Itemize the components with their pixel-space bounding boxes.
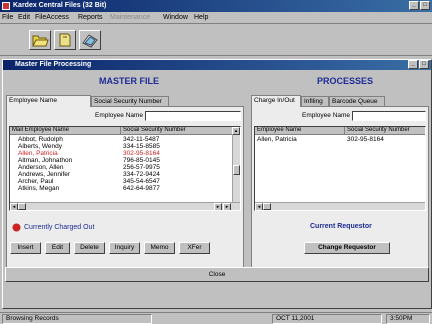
menu-help[interactable]: Help <box>194 14 208 21</box>
folder-icon <box>59 33 71 47</box>
open-folder-tool[interactable] <box>29 30 51 50</box>
processes-panel: Employee Name Employee Name Social Secur… <box>251 106 429 281</box>
edit-button[interactable]: Edit <box>45 242 70 254</box>
table-row-ssn[interactable]: 796-85-0145 <box>123 157 160 164</box>
inquiry-button[interactable]: Inquiry <box>109 242 140 254</box>
status-bar: Browsing Records OCT 11,2001 3:50PM <box>0 312 432 324</box>
app-icon <box>2 2 10 10</box>
proc-hscroll-thumb[interactable] <box>263 203 271 210</box>
status-time: 3:50PM <box>386 314 430 324</box>
table-row-name[interactable]: Alberts, Wendy <box>18 143 62 150</box>
tab-charge-in-out[interactable]: Charge In/Out <box>251 95 301 107</box>
table-row-ssn[interactable]: 342-11-5487 <box>123 136 159 143</box>
table-row-ssn[interactable]: 334-72-9424 <box>123 171 160 178</box>
child-minimize-button[interactable]: _ <box>408 60 418 69</box>
menu-window[interactable]: Window <box>163 14 188 21</box>
close-button[interactable]: Close <box>5 267 429 282</box>
processes-search-input[interactable] <box>352 111 426 121</box>
col-header-name[interactable]: Mail Employee Name <box>10 127 121 135</box>
hscroll-left-button[interactable]: ◂ <box>10 203 18 210</box>
menu-bar: File Edit FileAccess Reports Maintenance… <box>0 12 432 23</box>
proc-hscroll-left-button[interactable]: ◂ <box>255 203 263 210</box>
xfer-button[interactable]: XFer <box>179 242 210 254</box>
delete-button[interactable]: Delete <box>74 242 105 254</box>
proc-col-header-ssn[interactable]: Social Security Number <box>345 127 425 135</box>
status-message: Browsing Records <box>2 314 152 324</box>
status-date: OCT 11,2001 <box>272 314 382 324</box>
menu-edit[interactable]: Edit <box>18 14 30 21</box>
proc-col-header-name[interactable]: Employee Name <box>255 127 345 135</box>
processes-hscroll[interactable]: ◂ <box>255 202 425 210</box>
maximize-button[interactable]: □ <box>420 1 430 10</box>
processes-search-label: Employee Name <box>302 112 351 119</box>
table-row-name[interactable]: Altman, Johnathon <box>18 157 72 164</box>
child-maximize-button[interactable]: □ <box>419 60 429 69</box>
processes-row-name[interactable]: Allen, Patricia <box>257 136 297 143</box>
table-row-ssn[interactable]: 642-64-9877 <box>123 185 160 192</box>
hscroll-right-button-2[interactable]: ▸ <box>223 203 231 210</box>
master-hscroll[interactable]: ◂ ▸ ▸ <box>10 202 240 210</box>
processes-row-ssn[interactable]: 302-95-8164 <box>347 136 384 143</box>
processes-heading: PROCESSES <box>317 76 374 86</box>
toolbar <box>0 23 432 56</box>
master-vscroll-thumb[interactable] <box>233 165 240 175</box>
table-row-name[interactable]: Atkins, Megan <box>18 185 59 192</box>
table-row-ssn[interactable]: 334-15-8585 <box>123 143 160 150</box>
menu-maintenance: Maintenance <box>110 14 151 21</box>
master-panel: Employee Name Mail Employee Name Social … <box>6 106 244 281</box>
memo-button[interactable]: Memo <box>144 242 175 254</box>
child-titlebar: Master File Processing _ □ <box>3 60 431 70</box>
insert-button[interactable]: Insert <box>10 242 41 254</box>
master-vscroll[interactable] <box>232 135 240 202</box>
master-file-window: Master File Processing _ □ MASTER FILE E… <box>2 59 432 309</box>
minimize-button[interactable]: _ <box>409 1 419 10</box>
menu-reports[interactable]: Reports <box>78 14 103 21</box>
file-folder-tool[interactable] <box>54 30 76 50</box>
table-row-name[interactable]: Allen, Patricia <box>18 150 58 157</box>
current-requestor-label: Current Requestor <box>310 223 372 230</box>
charged-out-indicator-icon <box>12 223 21 232</box>
col-header-ssn[interactable]: Social Security Number <box>121 127 234 135</box>
table-row-name[interactable]: Andrews, Jennifer <box>18 171 70 178</box>
tab-employee-name[interactable]: Employee Name <box>6 95 91 107</box>
master-heading: MASTER FILE <box>99 76 159 86</box>
app-titlebar: Kardex Central Files (32 Bit) _ □ <box>0 0 432 12</box>
app-title: Kardex Central Files (32 Bit) <box>13 2 107 9</box>
master-search-input[interactable] <box>145 111 241 121</box>
master-hscroll-thumb[interactable] <box>18 203 26 210</box>
column-sort-button[interactable]: ▴ <box>232 127 240 135</box>
table-row-name[interactable]: Anderson, Allen <box>18 164 64 171</box>
menu-file[interactable]: File <box>2 14 13 21</box>
child-title: Master File Processing <box>15 61 92 68</box>
master-grid: Mail Employee Name Social Security Numbe… <box>9 126 241 211</box>
charged-out-legend: Currently Charged Out <box>24 224 95 231</box>
change-requestor-button[interactable]: Change Requestor <box>304 242 390 254</box>
master-search-label: Employee Name <box>95 112 144 119</box>
table-row-name[interactable]: Archer, Paul <box>18 178 53 185</box>
scan-icon <box>82 34 98 48</box>
barcode-tool[interactable] <box>79 30 101 50</box>
table-row-name[interactable]: Abbot, Rudolph <box>18 136 63 143</box>
folder-open-icon <box>32 35 49 47</box>
table-row-ssn[interactable]: 256-57-9975 <box>123 164 160 171</box>
table-row-ssn[interactable]: 302-95-8164 <box>123 150 160 157</box>
processes-grid: Employee Name Social Security Number All… <box>254 126 426 211</box>
table-row-ssn[interactable]: 345-54-6547 <box>123 178 160 185</box>
hscroll-right-button[interactable]: ▸ <box>214 203 222 210</box>
menu-fileaccess[interactable]: FileAccess <box>35 14 69 21</box>
